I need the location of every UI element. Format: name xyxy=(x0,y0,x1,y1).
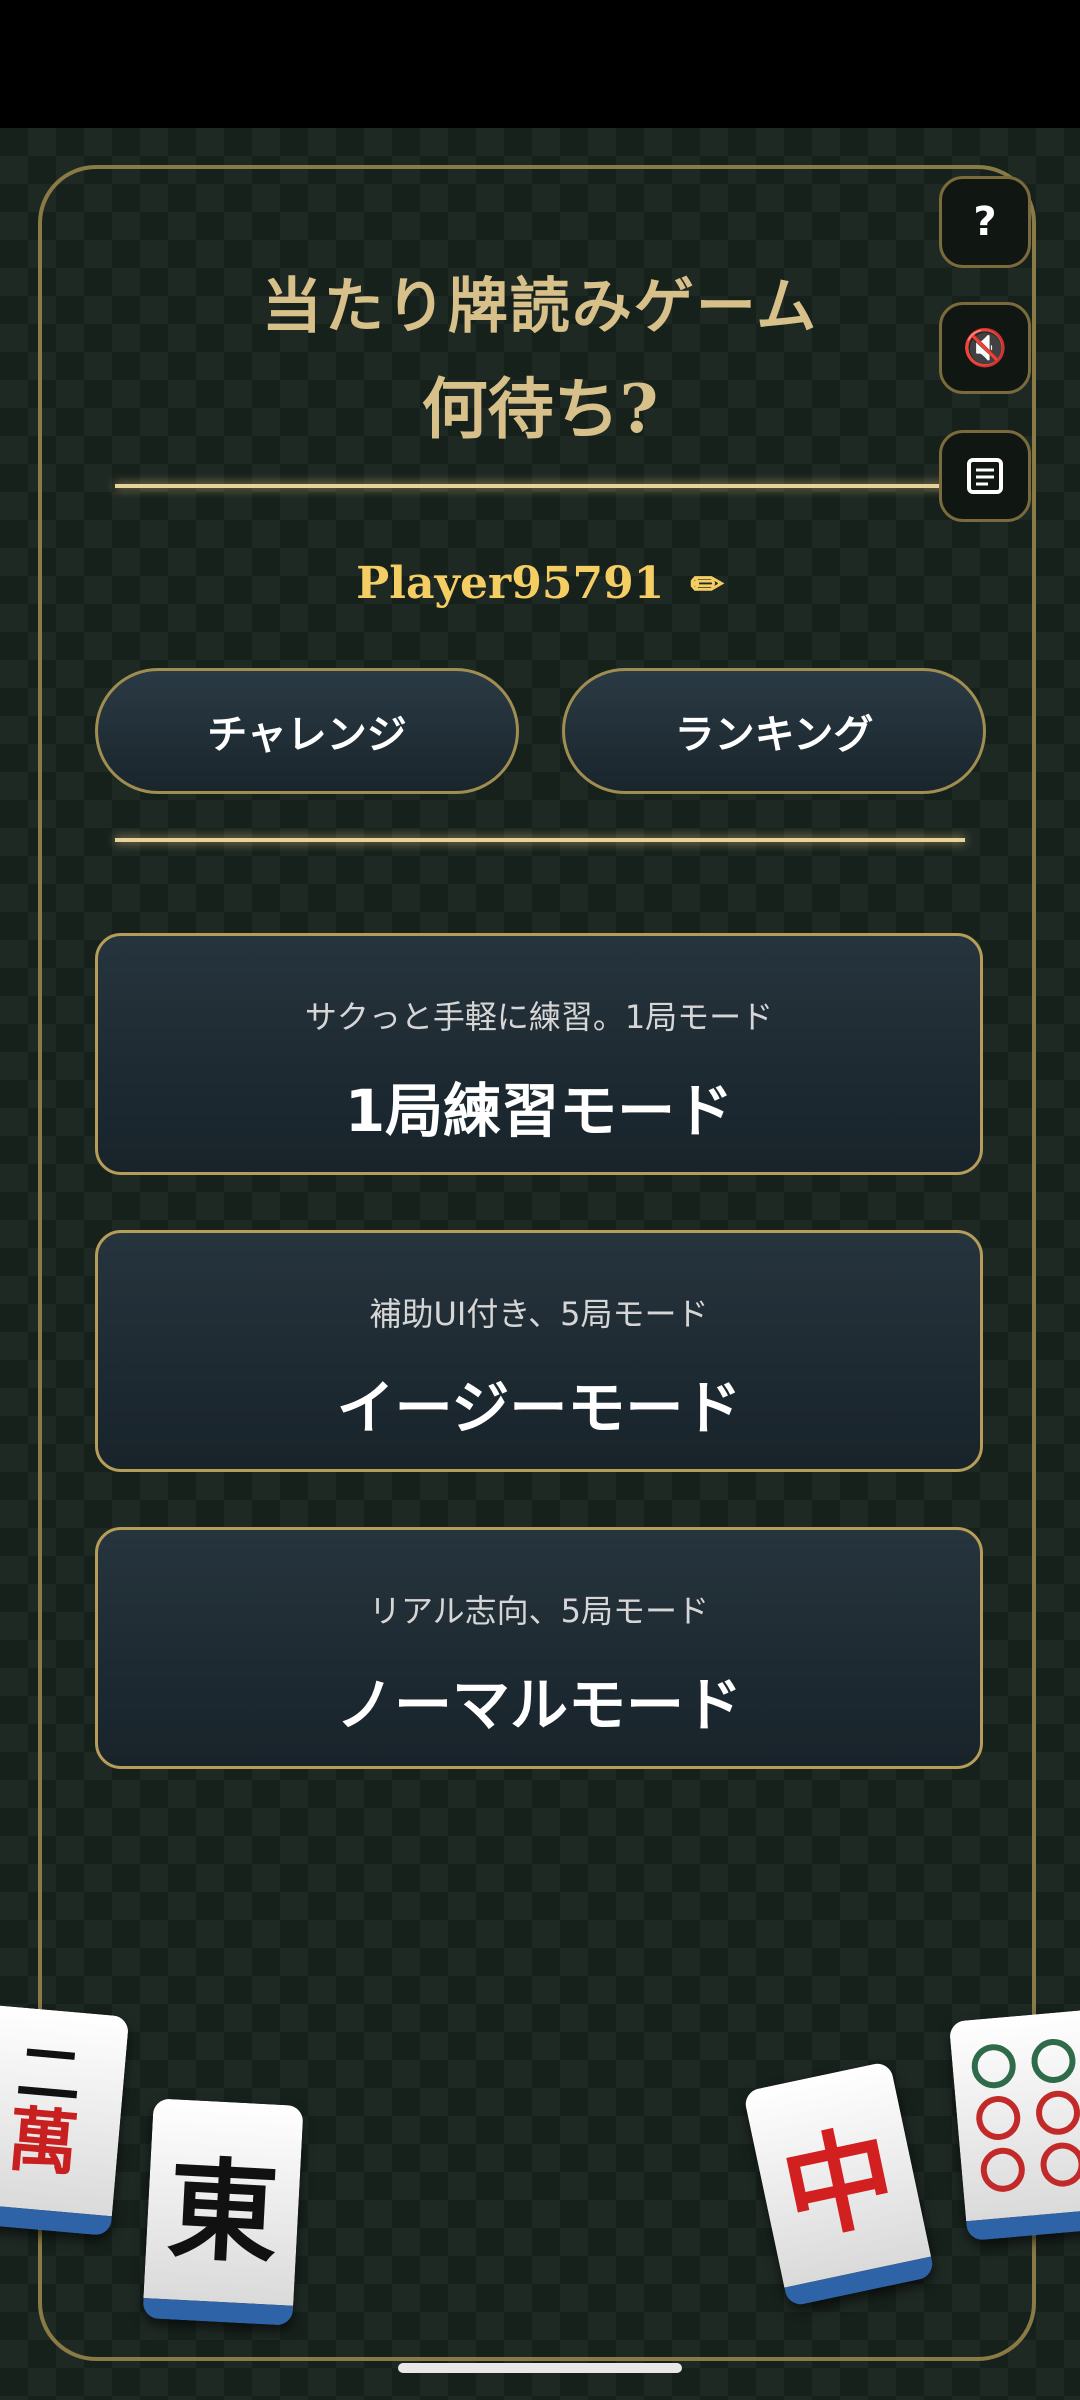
player-name-row[interactable]: Player95791 ✏ xyxy=(0,558,1080,609)
help-button[interactable]: ? xyxy=(939,176,1031,268)
help-icon: ? xyxy=(973,199,997,245)
home-indicator[interactable] xyxy=(398,2363,682,2373)
mode-easy-button[interactable]: 補助UI付き、5局モード イージーモード xyxy=(95,1230,983,1472)
mahjong-tile-pin xyxy=(948,2008,1080,2242)
mode-title: ノーマルモード xyxy=(335,1671,742,1739)
mahjong-tile-2-man: 二 萬 xyxy=(0,2003,130,2237)
divider-bottom xyxy=(115,838,965,842)
mode-subtitle: 補助UI付き、5局モード xyxy=(369,1295,709,1333)
mahjong-tile-east: 東 xyxy=(142,2098,304,2326)
mode-normal-button[interactable]: リアル志向、5局モード ノーマルモード xyxy=(95,1527,983,1769)
mode-title: 1局練習モード xyxy=(344,1077,734,1145)
edit-pencil-icon[interactable]: ✏ xyxy=(690,561,724,608)
mode-subtitle: サクっと手軽に練習。1局モード xyxy=(304,998,774,1036)
divider-top xyxy=(115,484,965,488)
tile-dots xyxy=(969,2036,1080,2194)
mute-icon: 🔇 xyxy=(962,328,1008,369)
mode-practice-button[interactable]: サクっと手軽に練習。1局モード 1局練習モード xyxy=(95,933,983,1175)
log-button[interactable] xyxy=(939,430,1031,522)
challenge-button[interactable]: チャレンジ xyxy=(95,668,519,794)
sound-toggle-button[interactable]: 🔇 xyxy=(939,302,1031,394)
tile-character: 東 xyxy=(164,2144,282,2279)
tile-suit: 萬 xyxy=(4,2097,82,2186)
player-name: Player95791 xyxy=(356,558,665,609)
tile-character: 中 xyxy=(771,2108,907,2259)
mode-title: イージーモード xyxy=(336,1374,742,1442)
game-title: 当たり牌読みゲーム xyxy=(261,272,819,342)
ranking-button[interactable]: ランキング xyxy=(562,668,986,794)
status-bar xyxy=(0,0,1080,128)
document-icon xyxy=(967,458,1003,494)
game-subtitle: 何待ち? xyxy=(421,370,659,448)
mode-subtitle: リアル志向、5局モード xyxy=(368,1592,710,1630)
